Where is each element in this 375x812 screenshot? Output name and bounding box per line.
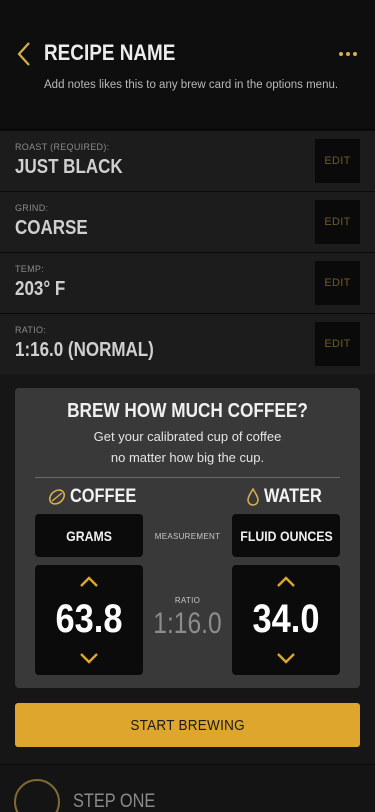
card-subtitle-line1: Get your calibrated cup of coffee: [93, 429, 282, 444]
chevron-up-icon: [277, 576, 295, 587]
edit-roast-button[interactable]: EDIT: [315, 139, 360, 183]
chevron-up-icon: [80, 576, 98, 587]
settings-list: ROAST (REQUIRED): JUST BLACK EDIT GRIND:…: [0, 130, 375, 374]
more-options-button[interactable]: [335, 42, 361, 66]
water-heading: WATER: [246, 486, 331, 508]
setting-row-ratio: RATIO: 1:16.0 (NORMAL) EDIT: [0, 313, 375, 374]
card-subtitle-line2: no matter how big the cup.: [110, 450, 265, 465]
ratio-label: RATIO: [174, 596, 201, 605]
water-drop-icon: [247, 488, 259, 506]
setting-value: COARSE: [15, 217, 88, 239]
measurement-label: MEASUREMENT: [154, 532, 221, 541]
coffee-decrement-button[interactable]: [77, 649, 101, 667]
ratio-value: 1:16.0: [153, 607, 222, 640]
back-button[interactable]: [12, 38, 36, 70]
step-indicator-circle: [14, 779, 60, 812]
edit-ratio-button[interactable]: EDIT: [315, 322, 360, 366]
divider: [35, 477, 340, 478]
coffee-amount-stepper: 63.8: [35, 565, 143, 675]
header: RECIPE NAME Add notes likes this to any …: [0, 0, 375, 128]
brew-amount-card: BREW HOW MUCH COFFEE? Get your calibrate…: [15, 388, 360, 688]
coffee-unit-label: GRAMS: [66, 527, 112, 544]
start-brewing-label: START BREWING: [130, 716, 245, 734]
chevron-down-icon: [277, 653, 295, 664]
setting-label: GRIND:: [15, 203, 49, 213]
water-amount-value[interactable]: 34.0: [240, 597, 333, 642]
edit-grind-button[interactable]: EDIT: [315, 200, 360, 244]
step-item[interactable]: STEP ONE: [0, 764, 375, 812]
card-subtitle: Get your calibrated cup of coffee no mat…: [15, 426, 360, 468]
setting-label: ROAST (REQUIRED):: [15, 142, 110, 152]
water-amount-stepper: 34.0: [232, 565, 340, 675]
coffee-increment-button[interactable]: [77, 573, 101, 591]
water-unit-label: FLUID OUNCES: [239, 527, 333, 544]
water-increment-button[interactable]: [274, 573, 298, 591]
chevron-left-icon: [17, 42, 30, 66]
edit-temp-button[interactable]: EDIT: [315, 261, 360, 305]
coffee-unit-select[interactable]: GRAMS: [35, 514, 143, 557]
coffee-amount-value[interactable]: 63.8: [43, 597, 136, 642]
setting-value: JUST BLACK: [15, 156, 123, 178]
coffee-heading: COFFEE: [48, 486, 147, 508]
water-unit-select[interactable]: FLUID OUNCES: [232, 514, 340, 557]
coffee-bean-icon: [48, 489, 66, 505]
recipe-notes: Add notes likes this to any brew card in…: [44, 79, 339, 91]
water-heading-label: WATER: [264, 486, 322, 507]
water-decrement-button[interactable]: [274, 649, 298, 667]
setting-row-grind: GRIND: COARSE EDIT: [0, 191, 375, 252]
page-title: RECIPE NAME: [44, 40, 176, 65]
chevron-down-icon: [80, 653, 98, 664]
start-brewing-button[interactable]: START BREWING: [15, 703, 360, 747]
card-title: BREW HOW MUCH COFFEE?: [67, 400, 308, 422]
setting-label: RATIO:: [15, 325, 47, 335]
setting-value: 1:16.0 (NORMAL): [15, 339, 154, 361]
setting-value: 203° F: [15, 278, 66, 300]
setting-label: TEMP:: [15, 264, 45, 274]
setting-row-roast: ROAST (REQUIRED): JUST BLACK EDIT: [0, 130, 375, 191]
setting-row-temp: TEMP: 203° F EDIT: [0, 252, 375, 313]
step-label: STEP ONE: [73, 791, 156, 812]
coffee-heading-label: COFFEE: [70, 486, 137, 507]
more-icon: [339, 52, 343, 56]
